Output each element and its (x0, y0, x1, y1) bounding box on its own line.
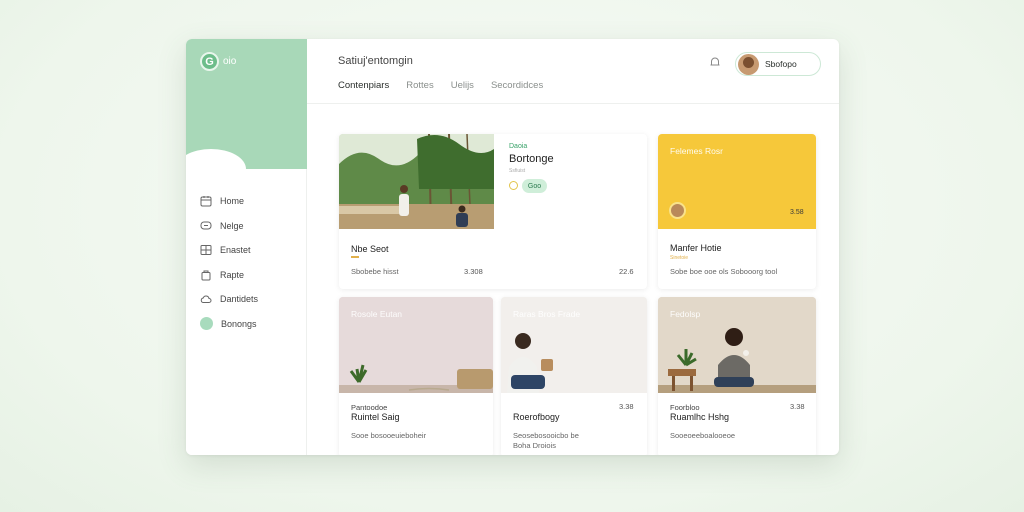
yellow-card-title: Manfer Hotie (670, 243, 722, 253)
sidebar-item-label: Nelge (220, 220, 244, 231)
bottom-card-1-overlay: Rosole Eutan (351, 309, 403, 319)
bottom-card-2-subtitle-2: Boha Droiois (513, 441, 556, 450)
yellow-card-avatar (669, 202, 686, 219)
tab-rottes[interactable]: Rottes (406, 80, 433, 99)
yellow-card-image: Felemes Rosr 3.58 (658, 134, 816, 229)
bottom-card-2-subtitle: Seosebosooicbo be (513, 431, 579, 440)
sidebar-item-rapte[interactable]: Rapte (200, 263, 258, 288)
avatar (738, 53, 759, 75)
yellow-card-meta: Sinetoie (670, 255, 689, 261)
brand-name: oio (223, 56, 237, 67)
user-menu[interactable]: Sbofopo (735, 52, 821, 76)
featured-title: Bortonge (509, 153, 554, 165)
grid-icon (200, 244, 212, 256)
featured-card[interactable]: Daoia Bortonge Ssfiuist Goo Nbe Seot Sbo… (339, 134, 647, 289)
bottom-card-3-eyebrow: Foorbloo (670, 403, 700, 412)
bottom-card-3-subtitle: Sooeoeeboalooeoe (670, 431, 736, 440)
tab-contenpiars[interactable]: Contenpiars (338, 80, 389, 99)
chat-icon (200, 220, 212, 232)
yellow-card-price-badge: 3.58 (790, 209, 804, 216)
brand-logo: G (200, 52, 219, 71)
tab-secordidces[interactable]: Secordidces (491, 80, 543, 99)
featured-badge-dot (509, 181, 518, 190)
featured-price: 3.308 (464, 267, 483, 276)
sidebar: G oio Home Nelge Enastet Rapte Dantidets… (186, 39, 307, 455)
bottom-card-2[interactable]: Raras Bros Frade 3.38 Roerofbogy Seosebo… (501, 297, 647, 455)
bottom-card-3-price: 3.38 (790, 402, 805, 411)
calendar-icon (200, 195, 212, 207)
sidebar-item-label: Home (220, 196, 245, 207)
sidebar-item-bonongs[interactable]: Bonongs (200, 312, 258, 337)
bottom-card-1-subtitle: Sooe bosooeuieboheir (351, 431, 427, 440)
featured-meta: Ssfiuist (509, 168, 526, 174)
bottom-card-1-eyebrow: Pantoodoe (351, 403, 388, 412)
bag-icon (200, 269, 212, 281)
sidebar-item-label: Rapte (220, 269, 245, 280)
featured-name-meta (351, 256, 359, 258)
sidebar-item-dantidets[interactable]: Dantidets (200, 287, 258, 312)
sidebar-item-label: Bonongs (221, 318, 257, 329)
sidebar-nav: Home Nelge Enastet Rapte Dantidets Bonon… (200, 189, 258, 336)
sidebar-item-home[interactable]: Home (200, 189, 258, 214)
featured-subtitle: Sbobebe hisst (351, 267, 399, 276)
featured-price-secondary: 22.6 (619, 267, 634, 276)
bottom-card-3-title: Ruamlhc Hshg (670, 412, 730, 422)
sidebar-item-label: Dantidets (220, 294, 259, 305)
bottom-card-2-price: 3.38 (619, 402, 634, 411)
yellow-card-subtitle: Sobe boe ooe ols Sobooorg tool (670, 267, 778, 276)
sidebar-item-enastet[interactable]: Enastet (200, 238, 258, 263)
bottom-card-1-title: Ruintel Saig (351, 412, 400, 422)
user-name: Sbofopo (765, 59, 797, 69)
bottom-card-2-image: Raras Bros Frade (501, 297, 647, 393)
sidebar-item-label: Enastet (220, 245, 251, 256)
bell-icon[interactable] (708, 55, 722, 69)
bottom-card-3-image: Fedolsp (658, 297, 816, 393)
featured-name: Nbe Seot (351, 244, 389, 254)
bottom-card-1-image: Rosole Eutan (339, 297, 493, 393)
sidebar-hero: G oio (186, 39, 307, 169)
yellow-card-overlay: Felemes Rosr (670, 146, 723, 156)
cloud-icon (200, 293, 212, 305)
tab-bar: Contenpiars Rottes Uelijs Secordidces (338, 80, 560, 99)
bottom-card-1[interactable]: Rosole Eutan Pantoodoe Ruintel Saig Sooe… (339, 297, 493, 455)
bottom-card-3[interactable]: Fedolsp Foorbloo 3.38 Ruamlhc Hshg Sooeo… (658, 297, 816, 455)
bottom-card-2-title: Roerofbogy (513, 412, 560, 422)
sidebar-item-nelge[interactable]: Nelge (200, 214, 258, 239)
tab-uelijs[interactable]: Uelijs (451, 80, 474, 99)
featured-badge[interactable]: Goo (522, 179, 547, 193)
brand[interactable]: G oio (200, 52, 236, 71)
featured-image (339, 134, 494, 229)
bottom-card-3-overlay: Fedolsp (670, 309, 701, 319)
dot-icon (200, 317, 213, 331)
bottom-card-2-overlay: Raras Bros Frade (513, 309, 581, 319)
yellow-card[interactable]: Felemes Rosr 3.58 Manfer Hotie Sinetoie … (658, 134, 816, 289)
featured-eyebrow: Daoia (509, 143, 528, 150)
sidebar-hero-wave (186, 149, 246, 169)
app-window: G oio Home Nelge Enastet Rapte Dantidets… (186, 39, 839, 455)
page-title: Satiuj'entomgin (338, 55, 413, 67)
header-divider (307, 103, 839, 104)
